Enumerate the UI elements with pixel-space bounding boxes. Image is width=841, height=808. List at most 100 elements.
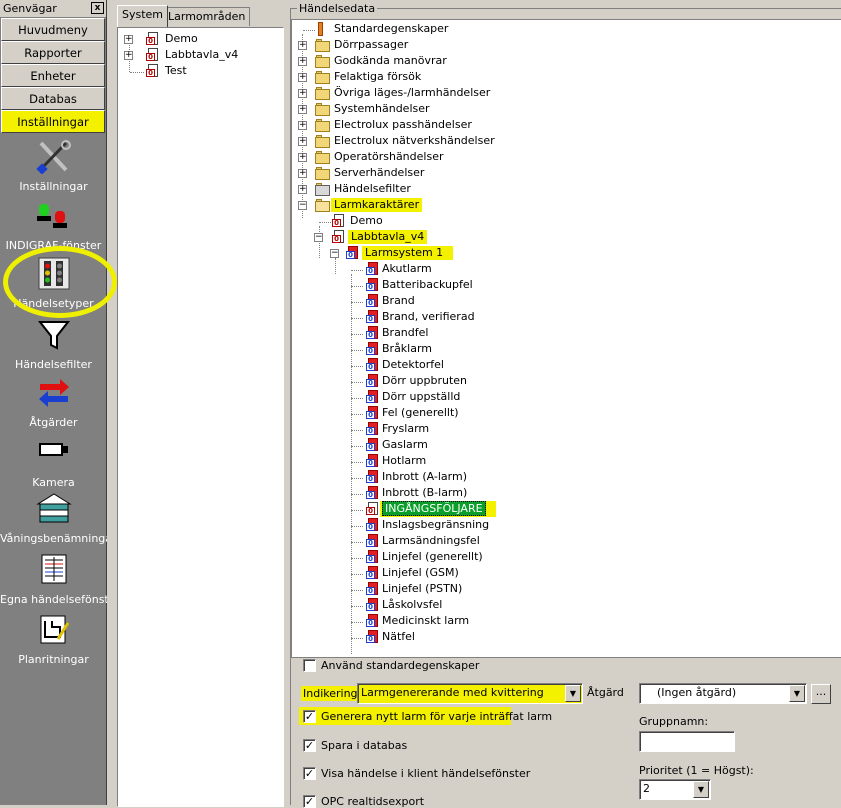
expand-icon[interactable]: + xyxy=(298,73,307,82)
close-icon[interactable]: x xyxy=(91,2,104,14)
gruppnamn-input[interactable] xyxy=(639,731,735,752)
tree-item-alarm[interactable]: 0 Fel (generellt) xyxy=(346,406,566,422)
tree-item-alarm[interactable]: 0 Inslagsbegränsning xyxy=(346,518,566,534)
camera-icon xyxy=(36,436,72,470)
tree-label: Dörr uppställd xyxy=(382,390,461,403)
expand-icon[interactable]: + xyxy=(298,185,307,194)
shortcut-egna-handelsefonster[interactable]: Egna händelsefönster xyxy=(0,553,107,606)
tree-item-godkanda-manovrar[interactable]: + Godkända manövrar xyxy=(298,54,598,70)
tree-item-electrolux-pass[interactable]: + Electrolux passhändelser xyxy=(298,118,598,134)
expand-icon[interactable]: + xyxy=(298,121,307,130)
tree-item-alarm[interactable]: 0 Fryslarm xyxy=(346,422,566,438)
chevron-down-icon[interactable]: ▼ xyxy=(789,685,805,702)
expand-icon[interactable]: + xyxy=(298,57,307,66)
alarm-type-icon: 0 xyxy=(366,438,379,452)
tree-item-alarm[interactable]: 0 Brandfel xyxy=(346,326,566,342)
tree-item-alarm[interactable]: 0 Dörr uppbruten xyxy=(346,374,566,390)
nav-installningar[interactable]: Inställningar xyxy=(1,110,105,133)
tree-item-larmsystem-1[interactable]: − 0 Larmsystem 1 xyxy=(330,246,580,262)
tree-item-alarm[interactable]: 0 Inbrott (B-larm) xyxy=(346,486,566,502)
tree-item-alarm[interactable]: 0 Linjefel (GSM) xyxy=(346,566,566,582)
alarm-type-icon: 0 xyxy=(366,406,379,420)
tree-item-larm-demo[interactable]: 0 Demo xyxy=(314,214,564,230)
opc-checkbox[interactable]: ✓ xyxy=(303,795,316,808)
tree-item-alarm[interactable]: 0 Larmsändningsfel xyxy=(346,534,566,550)
tree-item-alarm[interactable]: 0 Gaslarm xyxy=(346,438,566,454)
tree-item-alarm[interactable]: 0 Brand xyxy=(346,294,566,310)
generera-checkbox[interactable]: ✓ xyxy=(303,710,316,723)
shortcut-handelsetyper[interactable]: Händelsetyper xyxy=(0,257,107,310)
shortcut-handelsefilter[interactable]: Händelsefilter xyxy=(0,318,107,371)
tree-item-demo[interactable]: + 0 Demo xyxy=(124,32,274,48)
shortcut-label: Händelsefilter xyxy=(15,358,92,371)
tree-item-dorrpassager[interactable]: + Dörrpassager xyxy=(298,38,598,54)
shortcut-atgarder[interactable]: Åtgärder xyxy=(0,376,107,429)
tree-item-alarm[interactable]: 0 INGÅNGSFÖLJARE xyxy=(346,501,566,518)
tab-larmomraden[interactable]: Larmområden xyxy=(163,7,251,26)
tree-label: Demo xyxy=(165,32,198,45)
collapse-icon[interactable]: − xyxy=(330,249,339,258)
tree-item-serverhandelser[interactable]: + Serverhändelser xyxy=(298,166,598,182)
expand-icon[interactable]: + xyxy=(124,51,133,60)
tree-item-alarm[interactable]: 0 Bråklarm xyxy=(346,342,566,358)
prioritet-select[interactable]: 2 ▼ xyxy=(639,779,711,800)
atgard-more-button[interactable]: ... xyxy=(811,684,831,704)
tree-label: Gaslarm xyxy=(382,438,428,451)
use-standard-checkbox[interactable] xyxy=(303,659,316,672)
tree-item-alarm[interactable]: 0 Låskolvsfel xyxy=(346,598,566,614)
tree-item-alarm[interactable]: 0 Inbrott (A-larm) xyxy=(346,470,566,486)
expand-icon[interactable]: + xyxy=(298,41,307,50)
collapse-icon[interactable]: − xyxy=(314,233,323,242)
standard-properties-icon xyxy=(318,22,323,36)
tree-item-larmkaraktarer[interactable]: − Larmkaraktärer xyxy=(298,198,598,214)
alarm-type-icon: 0 xyxy=(366,422,379,436)
expand-icon[interactable]: + xyxy=(124,35,133,44)
tab-system[interactable]: System xyxy=(117,5,169,27)
nav-rapporter[interactable]: Rapporter xyxy=(1,41,105,64)
atgard-select[interactable]: (Ingen åtgärd) ▼ xyxy=(639,683,807,704)
tree-label: Inslagsbegränsning xyxy=(382,518,490,531)
shortcut-installningar[interactable]: Inställningar xyxy=(0,140,107,193)
tree-item-test[interactable]: 0 Test xyxy=(124,64,274,80)
tree-item-alarm[interactable]: 0 Detektorfel xyxy=(346,358,566,374)
visa-checkbox[interactable]: ✓ xyxy=(303,767,316,780)
chevron-down-icon[interactable]: ▼ xyxy=(565,685,581,702)
expand-icon[interactable]: + xyxy=(298,137,307,146)
tree-item-operatorshandelser[interactable]: + Operatörshändelser xyxy=(298,150,598,166)
tree-item-alarm[interactable]: 0 Brand, verifierad xyxy=(346,310,566,326)
shortcut-vaningsbenamningar[interactable]: Våningsbenämningar xyxy=(0,492,107,545)
nav-enheter[interactable]: Enheter xyxy=(1,64,105,87)
atgard-label: Åtgärd xyxy=(587,686,624,699)
tree-item-ovriga-larmhandelser[interactable]: + Övriga läges-/larmhändelser xyxy=(298,86,598,102)
alarm-type-icon: 0 xyxy=(366,390,379,404)
tree-item-alarm[interactable]: 0 Linjefel (PSTN) xyxy=(346,582,566,598)
chevron-down-icon[interactable]: ▼ xyxy=(693,781,709,798)
tree-item-alarm[interactable]: 0 Akutlarm xyxy=(346,262,566,278)
tree-label: Labbtavla_v4 xyxy=(348,230,428,244)
tree-item-alarm[interactable]: 0 Linjefel (generellt) xyxy=(346,550,566,566)
tree-item-felaktiga-forsok[interactable]: + Felaktiga försök xyxy=(298,70,598,86)
expand-icon[interactable]: + xyxy=(298,153,307,162)
shortcut-planritningar[interactable]: Planritningar xyxy=(0,613,107,666)
tree-item-alarm[interactable]: 0 Nätfel xyxy=(346,630,566,646)
spara-checkbox[interactable]: ✓ xyxy=(303,739,316,752)
tree-item-systemhandelser[interactable]: + Systemhändelser xyxy=(298,102,598,118)
collapse-icon[interactable]: − xyxy=(298,201,307,210)
tree-item-electrolux-natverk[interactable]: + Electrolux nätverkshändelser xyxy=(298,134,598,150)
tree-item-standardegenskaper[interactable]: Standardegenskaper xyxy=(298,22,598,38)
tree-item-larm-labbtavla[interactable]: − 0 Labbtavla_v4 xyxy=(314,230,564,246)
tree-item-alarm[interactable]: 0 Hotlarm xyxy=(346,454,566,470)
shortcut-indigraf[interactable]: INDIGRAF-fönster xyxy=(0,199,107,252)
nav-databas[interactable]: Databas xyxy=(1,87,105,110)
expand-icon[interactable]: + xyxy=(298,169,307,178)
tree-item-labbtavla[interactable]: + 0 Labbtavla_v4 xyxy=(124,48,274,64)
tree-item-alarm[interactable]: 0 Medicinskt larm xyxy=(346,614,566,630)
nav-huvudmeny[interactable]: Huvudmeny xyxy=(1,18,105,41)
tree-item-handelsefilter[interactable]: + Händelsefilter xyxy=(298,182,598,198)
shortcut-kamera[interactable]: Kamera xyxy=(0,436,107,489)
expand-icon[interactable]: + xyxy=(298,105,307,114)
tree-item-alarm[interactable]: 0 Dörr uppställd xyxy=(346,390,566,406)
expand-icon[interactable]: + xyxy=(298,89,307,98)
tree-item-alarm[interactable]: 0 Batteribackupfel xyxy=(346,278,566,294)
indikering-select[interactable]: Larmgenererande med kvittering ▼ xyxy=(357,683,583,704)
